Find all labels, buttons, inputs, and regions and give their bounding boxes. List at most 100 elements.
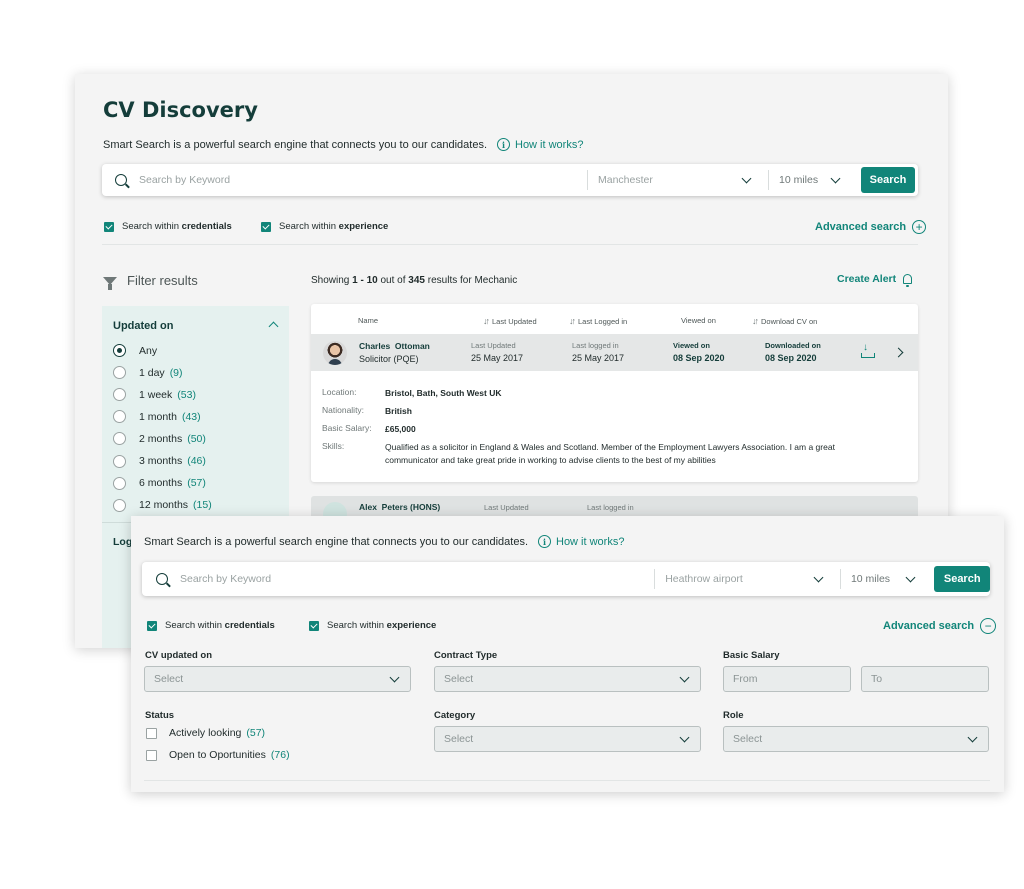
how-it-works-link[interactable]: i How it works? xyxy=(538,535,624,548)
detail-label: Nationality: xyxy=(322,405,365,415)
detail-value: £65,000 xyxy=(385,424,416,434)
results-suffix: results for Mechanic xyxy=(424,275,518,286)
cell-value: 25 May 2017 xyxy=(572,353,625,363)
column-header-name[interactable]: Name xyxy=(358,316,378,325)
experience-checkbox[interactable]: Search within experience xyxy=(309,620,436,631)
column-header-last-updated[interactable]: ↓↑ Last Updated xyxy=(483,316,537,326)
option-count: (57) xyxy=(246,727,266,739)
sort-icon: ↓↑ xyxy=(569,316,576,326)
candidate-name: Charles Ottoman xyxy=(359,341,430,351)
radius-value: 10 miles xyxy=(779,174,819,186)
detail-value: British xyxy=(385,406,412,416)
category-select[interactable]: Select xyxy=(434,726,701,752)
filter-title-label: Filter results xyxy=(127,273,198,288)
cell-label: Last logged in xyxy=(587,503,634,512)
updated-on-option[interactable]: 6 months (57) xyxy=(113,476,206,490)
updated-on-option[interactable]: 3 months (46) xyxy=(113,454,206,468)
chevron-right-icon[interactable] xyxy=(893,347,904,358)
divider xyxy=(144,780,990,781)
checkbox-checked-icon xyxy=(147,620,157,631)
chevron-down-icon xyxy=(679,672,690,682)
radio-icon xyxy=(113,498,126,512)
intro-text-row: Smart Search is a powerful search engine… xyxy=(144,535,624,548)
credentials-checkbox[interactable]: Search within credentials xyxy=(147,620,275,631)
download-icon[interactable] xyxy=(861,342,875,358)
experience-prefix: Search within xyxy=(279,221,339,232)
intro-text: Smart Search is a powerful search engine… xyxy=(103,138,487,151)
location-select[interactable]: Manchester xyxy=(588,173,768,186)
updated-on-option[interactable]: 1 month (43) xyxy=(113,410,201,424)
info-icon: i xyxy=(538,535,551,548)
option-label: Open to Oportunities xyxy=(169,749,266,761)
detail-nationality: Nationality: British xyxy=(322,405,875,418)
last-updated-cell: Last Updated 25 May 2017 xyxy=(471,341,523,363)
updated-on-option[interactable]: 1 week (53) xyxy=(113,388,196,402)
location-select[interactable]: Heathrow airport xyxy=(655,572,840,585)
column-header-download[interactable]: ↓↑ Download CV on xyxy=(752,316,817,326)
option-count: (9) xyxy=(169,366,183,379)
page-title: CV Discovery xyxy=(103,98,258,122)
detail-location: Location: Bristol, Bath, South West UK xyxy=(322,387,875,400)
candidate-row[interactable]: Charles Ottoman Solicitor (PQE) Last Upd… xyxy=(311,334,918,371)
search-button[interactable]: Search xyxy=(934,566,990,592)
cell-value: 08 Sep 2020 xyxy=(673,353,725,363)
status-option[interactable]: Open to Oportunities (76) xyxy=(146,749,290,761)
radius-select[interactable]: 10 miles xyxy=(841,572,935,585)
select-value: Select xyxy=(444,733,474,745)
chevron-down-icon xyxy=(741,173,752,183)
credentials-checkbox[interactable]: Search within credentials xyxy=(104,221,232,232)
updated-on-heading: Updated on xyxy=(113,320,174,332)
option-label: 1 day xyxy=(139,366,165,379)
chevron-down-icon xyxy=(813,572,824,582)
status-label: Status xyxy=(145,710,175,721)
funnel-icon xyxy=(103,276,117,290)
column-header-viewed-on[interactable]: Viewed on xyxy=(681,316,716,325)
header-label: Name xyxy=(358,316,379,325)
radio-icon xyxy=(113,388,126,402)
radius-select[interactable]: 10 miles xyxy=(769,173,859,186)
contract-type-select[interactable]: Select xyxy=(434,666,701,692)
updated-on-option[interactable]: Any xyxy=(113,344,162,357)
role-select[interactable]: Select xyxy=(723,726,989,752)
chevron-up-icon[interactable] xyxy=(268,321,279,332)
updated-on-option[interactable]: 2 months (50) xyxy=(113,432,206,446)
credentials-prefix: Search within xyxy=(122,221,182,232)
bell-icon xyxy=(903,274,913,287)
updated-on-option[interactable]: 12 months (15) xyxy=(113,498,212,512)
detail-value: Qualified as a solicitor in England & Wa… xyxy=(385,442,835,465)
salary-to-input[interactable]: To xyxy=(861,666,989,692)
chevron-down-icon xyxy=(967,732,978,742)
updated-on-option[interactable]: 1 day (9) xyxy=(113,366,183,380)
experience-checkbox[interactable]: Search within experience xyxy=(261,221,388,232)
how-it-works-label: How it works? xyxy=(556,535,625,548)
option-label: 1 month xyxy=(139,410,177,423)
salary-from-input[interactable]: From xyxy=(723,666,851,692)
create-alert-label: Create Alert xyxy=(837,273,897,285)
option-label: 1 week xyxy=(139,388,173,401)
cell-value: 25 May 2017 xyxy=(471,353,524,363)
results-total: 345 xyxy=(408,275,425,286)
status-option[interactable]: Actively looking (57) xyxy=(146,727,265,739)
keyword-input[interactable]: Search by Keyword xyxy=(180,573,654,585)
advanced-search-toggle[interactable]: Advanced search − xyxy=(883,618,997,634)
select-value: Select xyxy=(444,673,474,685)
how-it-works-link[interactable]: i How it works? xyxy=(497,138,583,151)
role-label: Role xyxy=(723,710,744,721)
option-count: (57) xyxy=(187,477,206,490)
keyword-input[interactable]: Search by Keyword xyxy=(139,174,587,186)
column-header-last-logged[interactable]: ↓↑ Last Logged in xyxy=(569,316,627,326)
candidate-name-cell: Charles Ottoman Solicitor (PQE) xyxy=(359,341,430,364)
option-label: 6 months xyxy=(139,477,183,490)
checkbox-checked-icon xyxy=(104,221,114,232)
create-alert-button[interactable]: Create Alert xyxy=(837,273,913,287)
results-prefix: Showing xyxy=(311,275,353,286)
cv-updated-select[interactable]: Select xyxy=(144,666,411,692)
radio-icon xyxy=(113,410,126,424)
advanced-search-toggle[interactable]: Advanced search + xyxy=(815,220,927,234)
radius-value: 10 miles xyxy=(850,573,891,585)
credentials-prefix: Search within xyxy=(165,620,225,631)
option-label: 3 months xyxy=(139,455,183,467)
search-icon xyxy=(115,174,127,186)
basic-salary-label: Basic Salary xyxy=(723,650,780,661)
search-button[interactable]: Search xyxy=(861,167,915,193)
